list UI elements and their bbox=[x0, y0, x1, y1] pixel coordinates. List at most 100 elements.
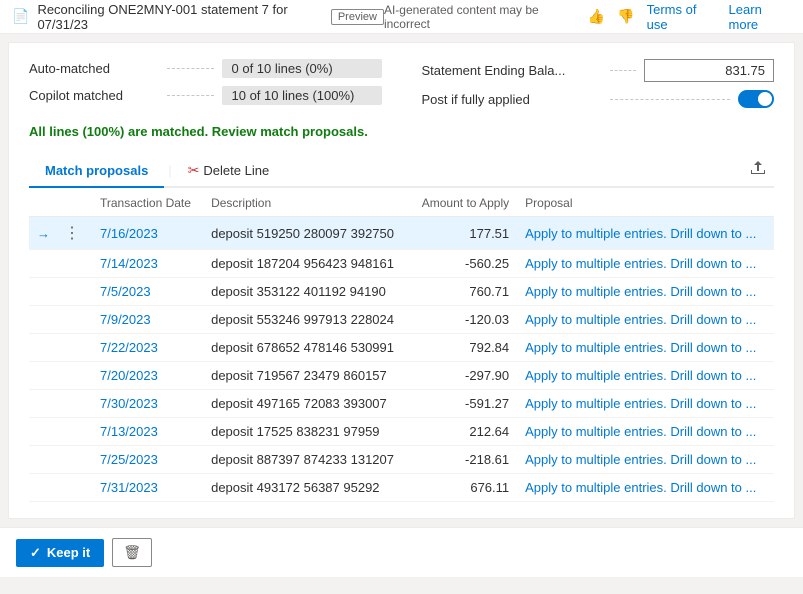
transaction-proposal[interactable]: Apply to multiple entries. Drill down to… bbox=[517, 390, 774, 418]
transaction-proposal[interactable]: Apply to multiple entries. Drill down to… bbox=[517, 474, 774, 502]
date-link[interactable]: 7/13/2023 bbox=[100, 424, 158, 439]
transaction-proposal[interactable]: Apply to multiple entries. Drill down to… bbox=[517, 278, 774, 306]
copilot-matched-value: 10 of 10 lines (100%) bbox=[222, 86, 382, 105]
transaction-proposal[interactable]: Apply to multiple entries. Drill down to… bbox=[517, 250, 774, 278]
statement-ending-dots bbox=[610, 70, 637, 71]
transaction-proposal[interactable]: Apply to multiple entries. Drill down to… bbox=[517, 362, 774, 390]
row-arrow bbox=[29, 446, 52, 474]
delete-line-button[interactable]: ✂ Delete Line bbox=[176, 156, 282, 185]
transaction-date[interactable]: 7/14/2023 bbox=[92, 250, 203, 278]
transaction-proposal[interactable]: Apply to multiple entries. Drill down to… bbox=[517, 334, 774, 362]
trash-button[interactable]: 🗑 bbox=[112, 538, 152, 567]
transaction-amount: 212.64 bbox=[410, 418, 517, 446]
transaction-amount: -218.61 bbox=[410, 446, 517, 474]
thumbs-up-icon[interactable]: 👍 bbox=[588, 8, 605, 25]
learn-more-link[interactable]: Learn more bbox=[729, 2, 791, 32]
date-link[interactable]: 7/9/2023 bbox=[100, 312, 151, 327]
transaction-amount: 676.11 bbox=[410, 474, 517, 502]
transaction-date[interactable]: 7/22/2023 bbox=[92, 334, 203, 362]
transaction-amount: -297.90 bbox=[410, 362, 517, 390]
summary-left: Auto-matched 0 of 10 lines (0%) Copilot … bbox=[29, 59, 382, 116]
transaction-description: deposit 519250 280097 392750 bbox=[203, 217, 410, 250]
proposal-link[interactable]: Apply to multiple entries. Drill down to… bbox=[525, 226, 756, 241]
transaction-proposal[interactable]: Apply to multiple entries. Drill down to… bbox=[517, 446, 774, 474]
transaction-date[interactable]: 7/16/2023 bbox=[92, 217, 203, 250]
post-if-applied-toggle[interactable] bbox=[738, 90, 774, 108]
row-arrow bbox=[29, 278, 52, 306]
trash-icon: 🗑 bbox=[123, 544, 141, 560]
table-header-row: Transaction Date Description Amount to A… bbox=[29, 188, 774, 217]
row-arrow bbox=[29, 250, 52, 278]
transaction-description: deposit 493172 56387 95292 bbox=[203, 474, 410, 502]
toggle-knob bbox=[758, 92, 772, 106]
table-row: 7/25/2023 deposit 887397 874233 131207-21… bbox=[29, 446, 774, 474]
transaction-amount: -591.27 bbox=[410, 390, 517, 418]
proposal-link[interactable]: Apply to multiple entries. Drill down to… bbox=[525, 452, 756, 467]
proposal-link[interactable]: Apply to multiple entries. Drill down to… bbox=[525, 424, 756, 439]
proposal-link[interactable]: Apply to multiple entries. Drill down to… bbox=[525, 284, 756, 299]
proposal-link[interactable]: Apply to multiple entries. Drill down to… bbox=[525, 340, 756, 355]
transaction-proposal[interactable]: Apply to multiple entries. Drill down to… bbox=[517, 306, 774, 334]
transaction-description: deposit 353122 401192 94190 bbox=[203, 278, 410, 306]
date-link[interactable]: 7/16/2023 bbox=[100, 226, 158, 241]
transaction-amount: 792.84 bbox=[410, 334, 517, 362]
row-menu-dots bbox=[52, 390, 92, 418]
row-menu-dots[interactable]: ⋮ bbox=[52, 217, 92, 250]
copilot-matched-row: Copilot matched 10 of 10 lines (100%) bbox=[29, 86, 382, 105]
thumbs-down-icon[interactable]: 👎 bbox=[617, 8, 634, 25]
transaction-date[interactable]: 7/25/2023 bbox=[92, 446, 203, 474]
delete-icon: ✂ bbox=[188, 162, 200, 179]
top-bar-right: AI-generated content may be incorrect 👍 … bbox=[384, 2, 791, 32]
transaction-description: deposit 187204 956423 948161 bbox=[203, 250, 410, 278]
transaction-description: deposit 887397 874233 131207 bbox=[203, 446, 410, 474]
row-menu-dots bbox=[52, 362, 92, 390]
date-link[interactable]: 7/30/2023 bbox=[100, 396, 158, 411]
file-icon: 📄 bbox=[12, 8, 29, 25]
date-link[interactable]: 7/14/2023 bbox=[100, 256, 158, 271]
date-link[interactable]: 7/5/2023 bbox=[100, 284, 151, 299]
row-arrow bbox=[29, 362, 52, 390]
transaction-date[interactable]: 7/31/2023 bbox=[92, 474, 203, 502]
table-body: →⋮7/16/2023deposit 519250 280097 3927501… bbox=[29, 217, 774, 502]
date-link[interactable]: 7/25/2023 bbox=[100, 452, 158, 467]
transaction-description: deposit 553246 997913 228024 bbox=[203, 306, 410, 334]
summary-section: Auto-matched 0 of 10 lines (0%) Copilot … bbox=[29, 59, 774, 116]
proposal-link[interactable]: Apply to multiple entries. Drill down to… bbox=[525, 312, 756, 327]
tab-match-proposals[interactable]: Match proposals bbox=[29, 155, 164, 188]
terms-of-use-link[interactable]: Terms of use bbox=[647, 2, 717, 32]
post-if-applied-row: Post if fully applied bbox=[422, 90, 775, 108]
row-menu-dots bbox=[52, 418, 92, 446]
transaction-date[interactable]: 7/30/2023 bbox=[92, 390, 203, 418]
transaction-proposal[interactable]: Apply to multiple entries. Drill down to… bbox=[517, 217, 774, 250]
bottom-bar: ✓ Keep it 🗑 bbox=[0, 527, 803, 577]
transaction-description: deposit 17525 838231 97959 bbox=[203, 418, 410, 446]
proposal-link[interactable]: Apply to multiple entries. Drill down to… bbox=[525, 256, 756, 271]
row-menu-dots bbox=[52, 334, 92, 362]
row-menu-dots bbox=[52, 278, 92, 306]
proposal-link[interactable]: Apply to multiple entries. Drill down to… bbox=[525, 396, 756, 411]
post-if-applied-label: Post if fully applied bbox=[422, 92, 602, 107]
date-link[interactable]: 7/31/2023 bbox=[100, 480, 158, 495]
keep-it-button[interactable]: ✓ Keep it bbox=[16, 539, 104, 567]
top-bar: 📄 Reconciling ONE2MNY-001 statement 7 fo… bbox=[0, 0, 803, 34]
col-amount-to-apply: Amount to Apply bbox=[410, 188, 517, 217]
table-row: 7/31/2023 deposit 493172 56387 95292676.1… bbox=[29, 474, 774, 502]
transaction-date[interactable]: 7/13/2023 bbox=[92, 418, 203, 446]
transaction-date[interactable]: 7/20/2023 bbox=[92, 362, 203, 390]
export-button[interactable] bbox=[742, 156, 774, 185]
transaction-date[interactable]: 7/5/2023 bbox=[92, 278, 203, 306]
proposal-link[interactable]: Apply to multiple entries. Drill down to… bbox=[525, 480, 756, 495]
transaction-date[interactable]: 7/9/2023 bbox=[92, 306, 203, 334]
date-link[interactable]: 7/22/2023 bbox=[100, 340, 158, 355]
keep-it-label: Keep it bbox=[47, 545, 90, 560]
dots-menu-button[interactable]: ⋮ bbox=[60, 225, 84, 242]
table-row: 7/9/2023 deposit 553246 997913 228024-120… bbox=[29, 306, 774, 334]
statement-ending-input[interactable] bbox=[644, 59, 774, 82]
date-link[interactable]: 7/20/2023 bbox=[100, 368, 158, 383]
transaction-proposal[interactable]: Apply to multiple entries. Drill down to… bbox=[517, 418, 774, 446]
transaction-amount: -120.03 bbox=[410, 306, 517, 334]
proposal-link[interactable]: Apply to multiple entries. Drill down to… bbox=[525, 368, 756, 383]
row-arrow bbox=[29, 418, 52, 446]
summary-right: Statement Ending Bala... Post if fully a… bbox=[422, 59, 775, 116]
row-arrow bbox=[29, 474, 52, 502]
